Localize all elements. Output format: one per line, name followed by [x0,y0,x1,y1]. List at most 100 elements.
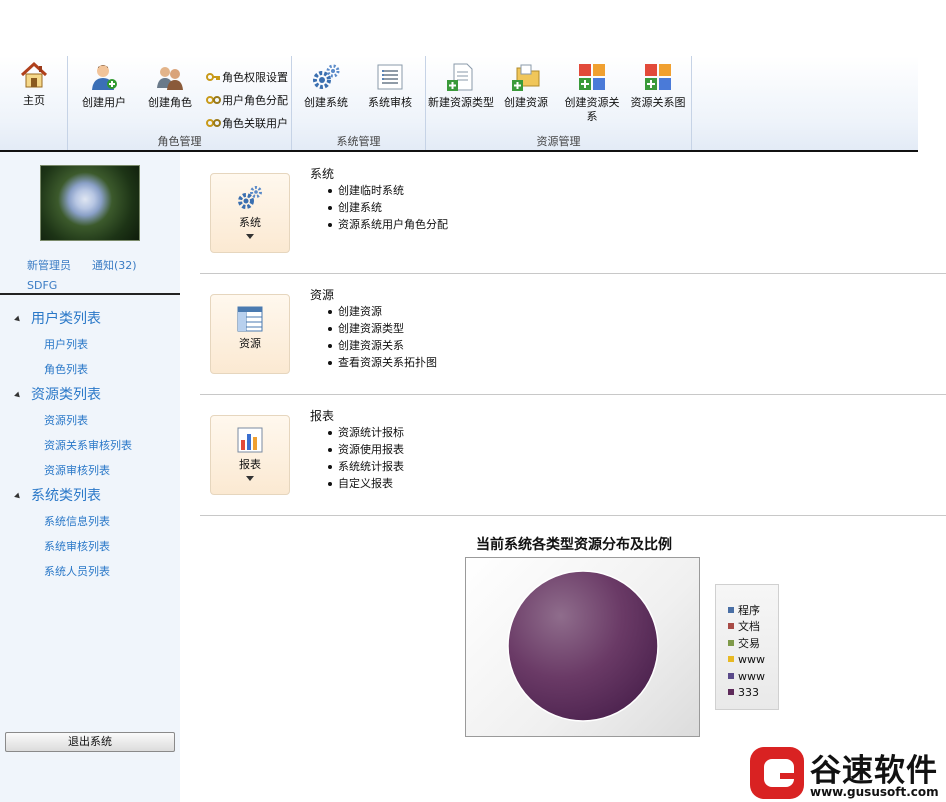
legend-swatch [728,672,734,679]
role-linked-users-button[interactable]: 角色关联用户 [206,115,288,131]
dropdown-arrow-icon [246,476,254,481]
section-divider [200,515,946,516]
list-item[interactable]: 创建资源关系 [328,337,437,354]
user-role-assign-button[interactable]: 用户角色分配 [206,92,288,108]
pie-chart-plot [507,570,659,722]
system-tile[interactable]: 系统 [210,173,290,253]
nav-section-header[interactable]: 系统类列表 [0,485,180,509]
pie-chart [465,557,700,737]
nav-item-user-list[interactable]: 用户列表 [0,332,180,357]
system-review-button[interactable]: 系统审核 [362,62,418,110]
notifications-link[interactable]: 通知(32) [92,259,137,272]
collapse-arrow-icon [14,315,22,324]
nav-section-header[interactable]: 资源类列表 [0,384,180,408]
relation-blocks-icon [579,64,605,90]
legend-item: 文档 [728,619,778,635]
user-info: 新管理员 通知(32) SDFG [27,256,137,296]
nav-item-role-list[interactable]: 角色列表 [0,357,180,382]
role-linked-users-label: 角色关联用户 [222,117,288,130]
create-resource-label: 创建资源 [504,96,548,109]
legend-item: www [728,652,778,668]
new-resource-type-label: 新建资源类型 [428,96,494,109]
table-icon [237,306,263,332]
legend-item: 程序 [728,603,778,619]
nav-item-resource-review[interactable]: 资源审核列表 [0,458,180,483]
resource-tile-label: 资源 [239,337,261,350]
nav-section-header[interactable]: 用户类列表 [0,308,180,332]
role-permission-button[interactable]: 角色权限设置 [206,69,288,85]
new-admin-link[interactable]: 新管理员 [27,259,71,272]
create-role-button[interactable]: 创建角色 [138,62,202,110]
nav-section-resources: 资源类列表 资源列表 资源关系审核列表 资源审核列表 [0,384,180,483]
legend-item: 333 [728,685,778,701]
nav-item-system-review[interactable]: 系统审核列表 [0,534,180,559]
home-label: 主页 [23,94,45,107]
list-item[interactable]: 系统统计报表 [328,458,404,475]
document-list-icon [377,64,403,90]
folder-add-icon [512,64,540,91]
brand-g-icon [750,747,804,799]
home-button[interactable]: 主页 [14,60,54,108]
resource-relation-graph-button[interactable]: 资源关系图 [628,62,688,110]
watermark-brand: 谷速软件 [810,753,938,789]
create-role-icon [157,67,183,90]
new-document-icon [447,63,473,91]
pie-slices [507,570,659,722]
section-title: 资源 [310,288,335,302]
section-title: 报表 [310,409,335,423]
list-item[interactable]: 资源使用报表 [328,441,404,458]
ribbon-group-resource: 新建资源类型 创建资源 创建资源关系 资源关系图 资源管理 [426,56,692,150]
section-title: 系统 [310,167,335,181]
legend-swatch [728,656,734,663]
create-resource-relation-label: 创建资源关系 [564,96,620,123]
list-item[interactable]: 创建临时系统 [328,182,448,199]
create-user-button[interactable]: 创建用户 [72,62,136,110]
legend-swatch [728,688,734,695]
section-system: 系统 系统 创建临时系统 创建系统 资源系统用户角色分配 [200,153,946,271]
new-resource-type-button[interactable]: 新建资源类型 [428,62,494,110]
legend-label: 程序 [738,604,760,617]
create-system-label: 创建系统 [304,96,348,109]
create-resource-button[interactable]: 创建资源 [498,62,554,110]
create-user-icon [92,65,117,90]
section-report: 报表 报表 资源统计报标 资源使用报表 系统统计报表 自定义报表 [200,395,946,513]
legend-swatch [728,623,734,630]
username: SDFG [27,279,58,292]
role-permission-label: 角色权限设置 [222,71,288,84]
collapse-arrow-icon [14,492,22,501]
section-list: 创建临时系统 创建系统 资源系统用户角色分配 [328,182,448,233]
legend-label: www [738,653,765,667]
create-resource-relation-button[interactable]: 创建资源关系 [560,62,624,124]
dropdown-arrow-icon [246,234,254,239]
nav-item-resource-list[interactable]: 资源列表 [0,408,180,433]
list-item[interactable]: 查看资源关系拓扑图 [328,354,437,371]
list-item[interactable]: 自定义报表 [328,475,404,492]
chart-legend: 程序 文档 交易 www www 333 [715,584,779,710]
nav-item-system-staff[interactable]: 系统人员列表 [0,559,180,584]
report-tile[interactable]: 报表 [210,415,290,495]
nav-section-title: 系统类列表 [31,488,101,504]
section-resource: 资源 资源 创建资源 创建资源类型 创建资源关系 查看资源关系拓扑图 [200,274,946,392]
ribbon-toolbar: 主页 创建用户 创建角色 角色权限设置 用户角色分配 角色关联用户 角色管理 创… [0,56,918,152]
legend-swatch [728,607,734,613]
sidebar: 新管理员 通知(32) SDFG 用户类列表 用户列表 角色列表 资源类列表 资… [0,152,180,802]
list-item[interactable]: 资源统计报标 [328,424,404,441]
list-item[interactable]: 资源系统用户角色分配 [328,216,448,233]
link-icon [206,119,221,127]
logout-button[interactable]: 退出系统 [5,732,175,752]
legend-label: 交易 [738,636,760,650]
role-group-label: 角色管理 [157,135,202,148]
list-item[interactable]: 创建系统 [328,199,448,216]
user-role-assign-label: 用户角色分配 [222,94,288,107]
nav-item-resource-relation-review[interactable]: 资源关系审核列表 [0,433,180,458]
nav-tree: 用户类列表 用户列表 角色列表 资源类列表 资源列表 资源关系审核列表 资源审核… [0,308,180,586]
resource-tile[interactable]: 资源 [210,294,290,374]
list-item[interactable]: 创建资源 [328,303,437,320]
nav-item-system-info[interactable]: 系统信息列表 [0,509,180,534]
home-icon [20,61,48,88]
legend-label: 文档 [738,620,760,634]
list-item[interactable]: 创建资源类型 [328,320,437,337]
ribbon-group-system: 创建系统 系统审核 系统管理 [292,56,426,150]
section-list: 创建资源 创建资源类型 创建资源关系 查看资源关系拓扑图 [328,303,437,371]
create-system-button[interactable]: 创建系统 [298,62,354,110]
